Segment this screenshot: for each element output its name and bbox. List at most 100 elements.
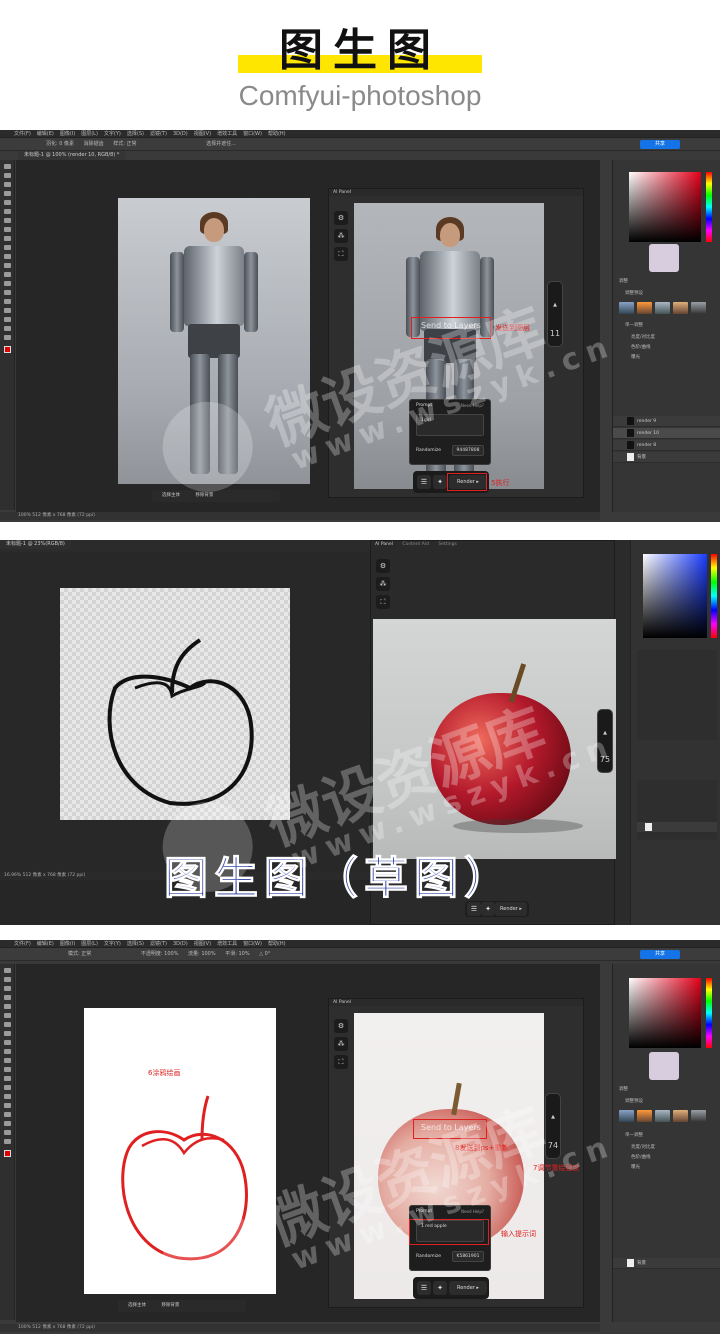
zoom-tool-icon[interactable]	[4, 335, 11, 340]
hue-slider[interactable]	[706, 172, 712, 242]
preset-thumb-1[interactable]	[619, 302, 634, 314]
expand-icon[interactable]: ⛶	[334, 1055, 348, 1069]
exposure-label[interactable]: 曝光	[631, 1164, 640, 1171]
opt-feather[interactable]: 羽化: 0 像素	[46, 138, 74, 151]
menu-file[interactable]: 文件(F)	[14, 940, 31, 948]
tab-settings[interactable]: Settings	[438, 542, 456, 547]
menu-image[interactable]: 图像(I)	[60, 940, 75, 948]
prompt-input[interactable]: 1girl	[416, 414, 484, 436]
menu-plugins[interactable]: 增效工具	[217, 130, 237, 138]
brightness-label[interactable]: 亮度/对比度	[631, 1144, 655, 1151]
render-button[interactable]: Render ▸	[449, 1281, 487, 1295]
hue-slider[interactable]	[706, 978, 712, 1048]
levels-label[interactable]: 色阶/曲线	[631, 344, 651, 351]
preset-thumb-5[interactable]	[691, 302, 706, 314]
share-button[interactable]: 共享	[640, 950, 680, 959]
type-tool-icon[interactable]	[4, 299, 11, 304]
opt-style[interactable]: 样式: 正常	[113, 138, 136, 151]
preset-thumb-4[interactable]	[673, 302, 688, 314]
randomize-toggle[interactable]: Randomize	[416, 1254, 441, 1259]
opt-smoothing[interactable]: 平滑: 10%	[225, 948, 249, 961]
tab-ai-panel[interactable]: AI Panel	[375, 542, 393, 547]
hand-tool-icon[interactable]	[4, 326, 11, 331]
menu-view[interactable]: 视图(V)	[194, 940, 211, 948]
settings-icon[interactable]: ⚙	[376, 559, 390, 573]
nodes-icon[interactable]: ⁂	[376, 577, 390, 591]
preset-thumb-2[interactable]	[637, 1110, 652, 1122]
menu-plugins[interactable]: 增效工具	[217, 940, 237, 948]
layer-row[interactable]: render 8	[613, 440, 720, 451]
menu-layer[interactable]: 图层(L)	[81, 130, 98, 138]
levels-label[interactable]: 色阶/曲线	[631, 1154, 651, 1161]
marquee-tool-icon[interactable]	[4, 173, 11, 178]
preset-thumb-3[interactable]	[655, 1110, 670, 1122]
brush-tool-icon[interactable]	[4, 227, 11, 232]
opt-mode[interactable]: 模式: 正常	[68, 948, 91, 961]
menu-help[interactable]: 帮助(H)	[268, 940, 286, 948]
opt-angle[interactable]: △ 0°	[259, 948, 270, 961]
denoise-slider[interactable]: ▲ 11	[547, 281, 563, 347]
zoom-tool-icon[interactable]	[4, 1139, 11, 1144]
layer-row[interactable]	[637, 822, 717, 833]
path-tool-icon[interactable]	[4, 308, 11, 313]
layer-row[interactable]: render 10	[613, 428, 720, 439]
opt-flow[interactable]: 流量: 100%	[188, 948, 216, 961]
preset-thumb-2[interactable]	[637, 302, 652, 314]
color-picker[interactable]	[629, 978, 701, 1048]
eyedropper-tool-icon[interactable]	[4, 209, 11, 214]
settings-icon[interactable]: ⚙	[334, 211, 348, 225]
opt-opacity[interactable]: 不透明度: 100%	[141, 948, 179, 961]
pen-tool-icon[interactable]	[4, 290, 11, 295]
document-tab[interactable]: 未标题-1 @ 23%(RGB/8)	[0, 540, 71, 549]
color-picker[interactable]	[643, 554, 707, 638]
expand-icon[interactable]: ⛶	[376, 595, 390, 609]
menu-file[interactable]: 文件(F)	[14, 130, 31, 138]
magic-icon[interactable]: ✦	[433, 475, 447, 489]
eyedropper-tool-icon[interactable]	[4, 1013, 11, 1018]
eraser-tool-icon[interactable]	[4, 254, 11, 259]
history-tool-icon[interactable]	[4, 1049, 11, 1054]
stamp-tool-icon[interactable]	[4, 236, 11, 241]
wand-tool-icon[interactable]	[4, 191, 11, 196]
preset-thumb-5[interactable]	[691, 1110, 706, 1122]
help-link[interactable]: Need Help?	[461, 403, 484, 408]
select-subject-button[interactable]: 选择主体	[128, 1303, 146, 1308]
move-tool-icon[interactable]	[4, 968, 11, 973]
lasso-tool-icon[interactable]	[4, 182, 11, 187]
menu-select[interactable]: 选择(S)	[127, 130, 144, 138]
menu-view[interactable]: 视图(V)	[194, 130, 211, 138]
path-tool-icon[interactable]	[4, 1112, 11, 1117]
layer-row[interactable]: 背景	[613, 1258, 720, 1269]
history-tool-icon[interactable]	[4, 245, 11, 250]
dodge-tool-icon[interactable]	[4, 281, 11, 286]
opt-select-mask[interactable]: 选择并遮住...	[206, 138, 236, 151]
dodge-tool-icon[interactable]	[4, 1085, 11, 1090]
menu-edit[interactable]: 编辑(E)	[37, 940, 54, 948]
gradient-tool-icon[interactable]	[4, 1067, 11, 1072]
brightness-label[interactable]: 亮度/对比度	[631, 334, 655, 341]
menu-window[interactable]: 窗口(W)	[243, 130, 262, 138]
remove-bg-button[interactable]: 移除背景	[161, 1303, 179, 1308]
settings-icon[interactable]: ⚙	[334, 1019, 348, 1033]
menu-select[interactable]: 选择(S)	[127, 940, 144, 948]
lasso-tool-icon[interactable]	[4, 986, 11, 991]
exposure-label[interactable]: 曝光	[631, 354, 640, 361]
share-button[interactable]: 共享	[640, 140, 680, 149]
shape-tool-icon[interactable]	[4, 317, 11, 322]
menu-edit[interactable]: 编辑(E)	[37, 130, 54, 138]
expand-icon[interactable]: ⛶	[334, 247, 348, 261]
seed-input[interactable]: 94487808	[452, 445, 484, 456]
wand-tool-icon[interactable]	[4, 995, 11, 1000]
hand-tool-icon[interactable]	[4, 1130, 11, 1135]
nodes-icon[interactable]: ⁂	[334, 229, 348, 243]
menu-filter[interactable]: 滤镜(T)	[150, 940, 167, 948]
layer-row[interactable]: 背景	[613, 452, 720, 463]
menu-3d[interactable]: 3D(D)	[173, 130, 188, 138]
preset-thumb-3[interactable]	[655, 302, 670, 314]
foreground-color-swatch[interactable]	[4, 346, 11, 353]
hue-slider[interactable]	[711, 554, 717, 638]
menu-type[interactable]: 文字(Y)	[104, 130, 121, 138]
randomize-toggle[interactable]: Randomize	[416, 448, 441, 453]
crop-tool-icon[interactable]	[4, 200, 11, 205]
tab-content-aid[interactable]: Content Aid	[402, 542, 429, 547]
